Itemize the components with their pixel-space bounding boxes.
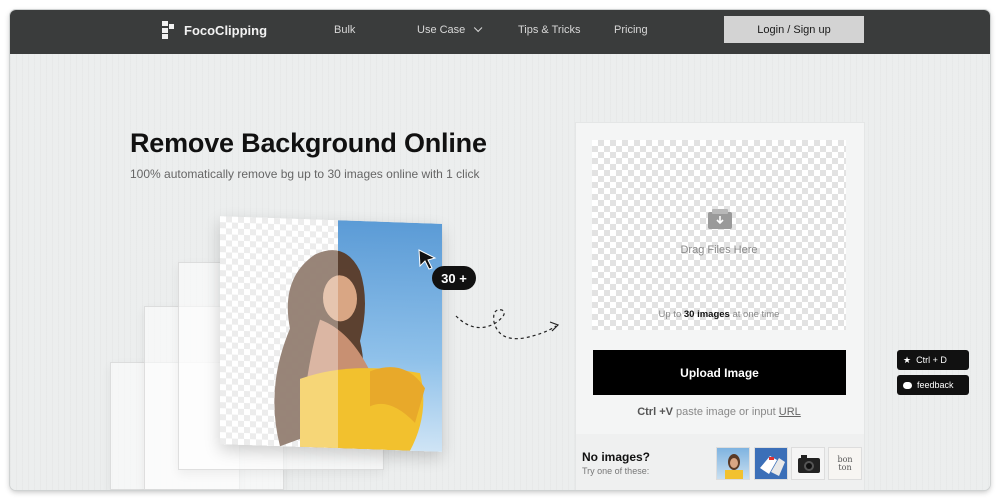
paste-shortcut: Ctrl +V — [637, 406, 673, 418]
logo-icon — [162, 21, 176, 39]
nav-item-bulk[interactable]: Bulk — [334, 24, 355, 36]
hero-sample-photo — [220, 216, 442, 452]
login-button[interactable]: Login / Sign up — [724, 16, 864, 43]
feedback-button[interactable]: feedback — [897, 375, 969, 395]
logo-text: FocoClipping — [184, 22, 268, 38]
star-icon: ★ — [903, 354, 912, 365]
sample-thumb-sneakers[interactable] — [754, 447, 788, 480]
bonton-logo-text: bon ton — [837, 454, 853, 472]
bookmark-button[interactable]: ★ Ctrl + D — [897, 350, 969, 370]
sample-images-subtitle: Try one of these: — [582, 466, 650, 476]
chevron-down-icon — [474, 23, 483, 33]
sample-thumb-bonton[interactable]: bon ton — [828, 447, 862, 480]
paste-hint: Ctrl +V paste image or input URL — [592, 406, 846, 418]
sample-thumb-woman[interactable] — [716, 447, 750, 480]
sample-images-title: No images? — [582, 450, 651, 464]
top-navbar: FocoClipping Bulk Use Case Tips & Tricks… — [10, 10, 990, 54]
feedback-label: feedback — [917, 380, 954, 390]
nav-item-tips[interactable]: Tips & Tricks — [518, 24, 581, 36]
browser-frame: FocoClipping Bulk Use Case Tips & Tricks… — [10, 10, 990, 490]
drop-files-text: Drag Files Here — [680, 244, 758, 256]
upload-image-button[interactable]: Upload Image — [593, 350, 846, 395]
tray-download-icon — [708, 209, 732, 229]
paste-hint-text: paste image or input — [672, 406, 779, 418]
upload-limit-text: Up to 30 images at one time — [658, 309, 780, 320]
file-dropzone[interactable] — [592, 140, 846, 330]
page-subtitle: 100% automatically remove bg up to 30 im… — [130, 167, 480, 181]
url-input-link[interactable]: URL — [779, 406, 801, 418]
nav-item-use-case-label: Use Case — [417, 24, 466, 36]
nav-item-pricing[interactable]: Pricing — [614, 24, 648, 36]
sample-thumb-camera[interactable] — [791, 447, 825, 480]
bookmark-label: Ctrl + D — [916, 355, 947, 365]
nav-item-use-case[interactable]: Use Case — [417, 23, 483, 36]
page-title: Remove Background Online — [130, 128, 487, 158]
chat-bubble-icon — [903, 381, 912, 389]
woman-figure-illustration — [220, 216, 425, 451]
logo[interactable]: FocoClipping — [162, 21, 267, 39]
cursor-arrow-icon — [418, 249, 437, 270]
dashed-swirl-arrow — [455, 309, 560, 340]
image-count-badge: 30 + — [432, 266, 476, 290]
